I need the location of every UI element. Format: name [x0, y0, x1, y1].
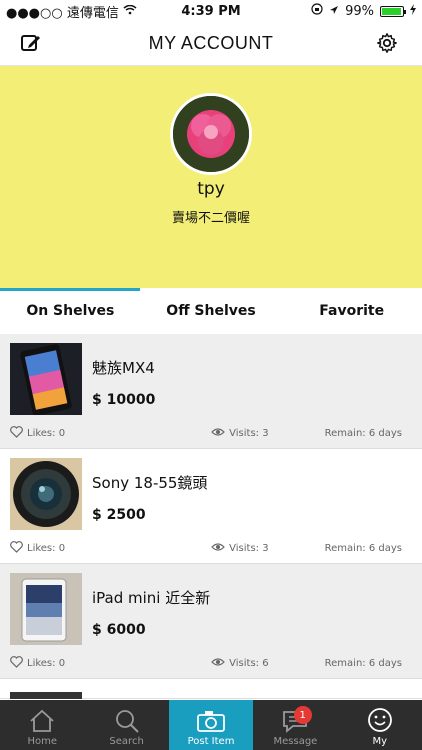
remain-days: Remain: 6 days — [324, 543, 402, 554]
remain-days: Remain: 6 days — [324, 658, 402, 669]
shelf-tabs: On Shelves Off Shelves Favorite — [0, 288, 422, 335]
visits-count: Visits: 3 — [229, 428, 269, 439]
likes: Likes: 0 — [10, 541, 65, 556]
likes: Likes: 0 — [10, 426, 65, 441]
remain: Remain: 6 days — [325, 658, 402, 669]
page-title: MY ACCOUNT — [148, 33, 274, 53]
item-title: iPad mini 近全新 — [92, 589, 211, 607]
home-icon — [29, 709, 55, 736]
tab-label: Search — [109, 736, 144, 747]
visits-count: Visits: 3 — [229, 543, 269, 554]
lock-rotation-icon — [311, 3, 323, 19]
heart-icon — [10, 656, 23, 671]
item-price: $ 2500 — [92, 507, 146, 523]
edit-icon[interactable] — [20, 32, 46, 56]
status-bar: ●●●○○ 遠傳電信 4:39 PM 99% — [0, 0, 422, 22]
remain-days: Remain: 6 days — [324, 428, 402, 439]
list-item[interactable]: 魅族MX4 $ 10000 Likes: 0 Visits: 3 Remain:… — [0, 334, 422, 449]
tab-label: Home — [27, 736, 57, 747]
tab-message[interactable]: Message 1 — [253, 700, 337, 750]
eye-icon — [211, 427, 225, 440]
location-arrow-icon — [329, 4, 339, 19]
profile-header: tpy 賣場不二價喔 — [0, 66, 422, 288]
item-list: 魅族MX4 $ 10000 Likes: 0 Visits: 3 Remain:… — [0, 334, 422, 699]
message-badge: 1 — [293, 706, 312, 724]
battery-icon — [380, 5, 406, 17]
item-title: Sony 18-55鏡頭 — [92, 474, 208, 492]
item-thumbnail — [10, 458, 82, 530]
carrier-label: ●●●○○ 遠傳電信 — [6, 5, 119, 21]
status-right: 99% — [311, 3, 416, 19]
likes-count: Likes: 0 — [27, 658, 66, 669]
likes-count: Likes: 0 — [27, 428, 66, 439]
item-meta: Likes: 0 Visits: 3 Remain: 6 days — [10, 426, 402, 441]
item-thumbnail — [10, 573, 82, 645]
username: tpy — [197, 179, 225, 199]
smiley-icon — [367, 707, 393, 736]
remain: Remain: 6 days — [325, 543, 402, 554]
visits: Visits: 3 — [211, 427, 269, 440]
heart-icon — [10, 426, 23, 441]
battery-percent: 99% — [345, 3, 374, 19]
heart-icon — [10, 541, 23, 556]
charging-icon — [410, 3, 416, 19]
remain: Remain: 6 days — [325, 428, 402, 439]
camera-icon — [196, 709, 226, 736]
item-price: $ 6000 — [92, 622, 146, 638]
wifi-icon — [123, 4, 137, 19]
item-meta: Likes: 0 Visits: 3 Remain: 6 days — [10, 541, 402, 556]
tab-off-shelves[interactable]: Off Shelves — [141, 288, 282, 334]
tab-label: My — [372, 736, 388, 747]
tab-on-shelves[interactable]: On Shelves — [0, 288, 141, 334]
tab-label: Post Item — [187, 736, 235, 747]
tab-my[interactable]: My — [338, 700, 422, 750]
visits: Visits: 3 — [211, 542, 269, 555]
visits-count: Visits: 6 — [229, 658, 269, 669]
list-item[interactable] — [0, 679, 422, 699]
tab-favorite[interactable]: Favorite — [281, 288, 422, 334]
item-price: $ 10000 — [92, 392, 156, 408]
tab-label: Message — [273, 736, 318, 747]
tab-home[interactable]: Home — [0, 700, 84, 750]
item-thumbnail — [10, 343, 82, 415]
visits: Visits: 6 — [211, 657, 269, 670]
item-thumbnail — [10, 688, 82, 699]
list-item[interactable]: iPad mini 近全新 $ 6000 Likes: 0 Visits: 6 … — [0, 564, 422, 679]
search-icon — [114, 709, 140, 736]
item-meta: Likes: 0 Visits: 6 Remain: 6 days — [10, 656, 402, 671]
gear-icon[interactable] — [376, 32, 402, 56]
tab-post-item[interactable]: Post Item — [168, 700, 254, 750]
carrier-info: ●●●○○ 遠傳電信 — [6, 2, 137, 21]
list-item[interactable]: Sony 18-55鏡頭 $ 2500 Likes: 0 Visits: 3 R… — [0, 449, 422, 564]
user-tagline: 賣場不二價喔 — [171, 211, 250, 226]
tab-search[interactable]: Search — [84, 700, 168, 750]
avatar[interactable] — [170, 93, 252, 175]
item-title: 魅族MX4 — [92, 359, 155, 377]
likes: Likes: 0 — [10, 656, 65, 671]
nav-bar: MY ACCOUNT — [0, 22, 422, 66]
eye-icon — [211, 657, 225, 670]
likes-count: Likes: 0 — [27, 543, 66, 554]
eye-icon — [211, 542, 225, 555]
active-tab-indicator — [0, 288, 140, 291]
bottom-tab-bar: Home Search Post Item Message 1 My — [0, 700, 422, 750]
